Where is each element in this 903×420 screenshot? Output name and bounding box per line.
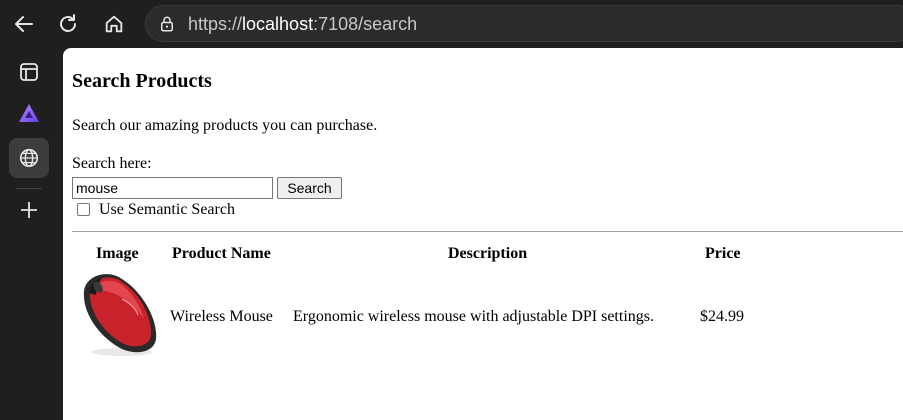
semantic-search-label: Use Semantic Search	[99, 201, 235, 218]
sidebar-divider	[16, 188, 42, 189]
divider	[72, 231, 903, 232]
triangle-app-button[interactable]	[9, 93, 49, 133]
header-price: Price	[705, 245, 741, 262]
semantic-search-checkbox[interactable]	[77, 203, 90, 216]
url-text: https://localhost:7108/search	[188, 14, 417, 35]
reload-button[interactable]	[52, 8, 84, 40]
home-button[interactable]	[98, 8, 130, 40]
globe-button[interactable]	[9, 138, 49, 178]
add-button[interactable]	[9, 190, 49, 230]
tab-panel-button[interactable]	[9, 52, 49, 92]
header-product-name: Product Name	[172, 245, 271, 262]
search-label: Search here:	[72, 155, 152, 172]
globe-icon	[19, 148, 39, 168]
address-bar[interactable]: https://localhost:7108/search	[145, 5, 903, 42]
product-name: Wireless Mouse	[170, 308, 273, 325]
back-arrow-icon	[15, 16, 33, 32]
product-image	[83, 274, 157, 356]
product-price: $24.99	[700, 308, 744, 325]
page-content: Search Products Search our amazing produ…	[63, 48, 903, 420]
triangle-app-icon	[19, 104, 39, 122]
header-image: Image	[96, 245, 139, 262]
browser-sidebar	[0, 48, 63, 420]
tab-panel-icon	[20, 63, 38, 81]
page-description: Search our amazing products you can purc…	[72, 117, 378, 134]
product-description: Ergonomic wireless mouse with adjustable…	[293, 308, 654, 325]
url-host: localhost	[242, 14, 314, 34]
search-input[interactable]	[72, 177, 273, 199]
header-description: Description	[448, 245, 528, 262]
search-button[interactable]: Search	[277, 177, 342, 199]
plus-icon	[21, 202, 37, 218]
url-path: :7108/search	[313, 14, 418, 34]
back-button[interactable]	[8, 8, 40, 40]
home-icon	[105, 15, 123, 33]
lock-icon[interactable]	[158, 15, 176, 38]
page-title: Search Products	[72, 70, 212, 92]
url-scheme: https://	[188, 14, 243, 34]
reload-icon	[60, 14, 76, 32]
browser-toolbar: https://localhost:7108/search	[0, 0, 903, 48]
